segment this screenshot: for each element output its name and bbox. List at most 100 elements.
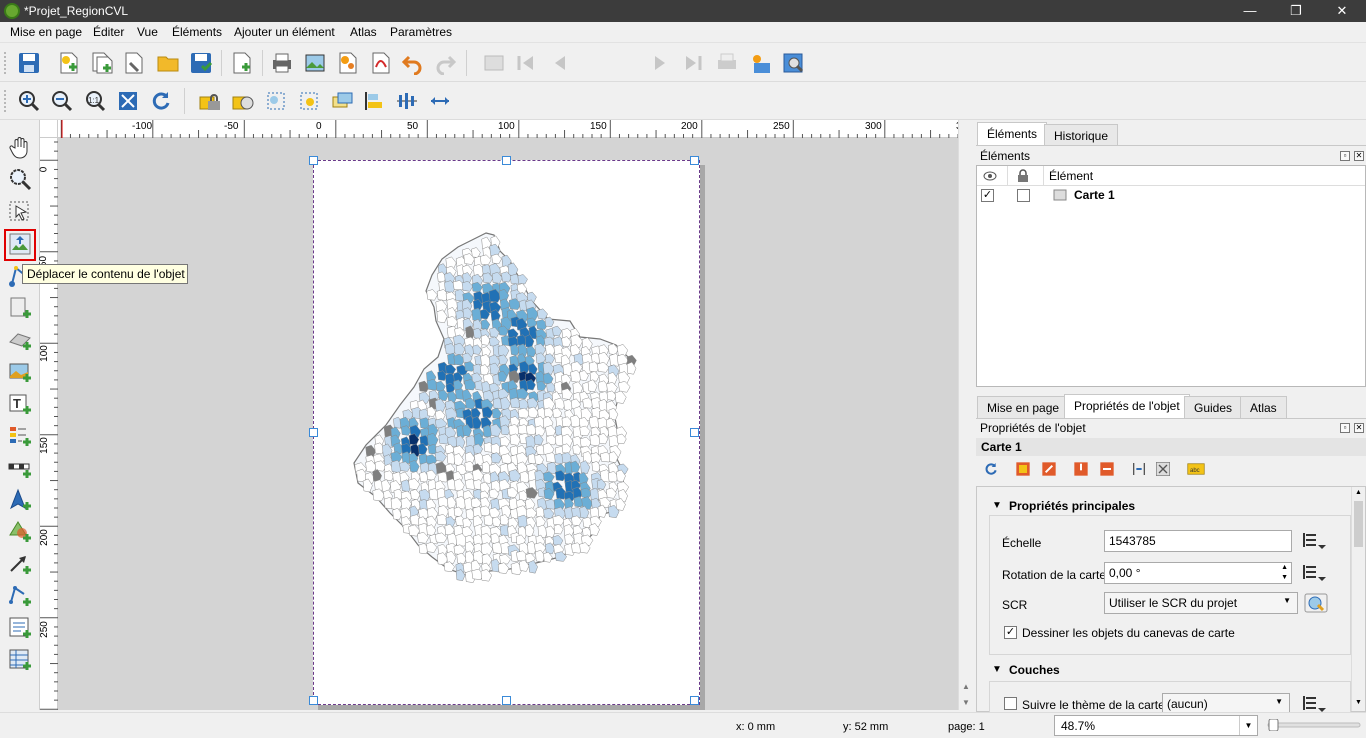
float-panel-icon[interactable]: ▫ <box>1340 423 1350 433</box>
follow-theme-checkbox[interactable] <box>1004 697 1017 710</box>
data-defined-override-icon[interactable] <box>1302 563 1326 583</box>
refresh-icon[interactable] <box>149 89 173 113</box>
collapse-arrow-icon[interactable]: ▼ <box>992 500 1002 511</box>
print-icon[interactable] <box>270 51 294 75</box>
draw-canvas-checkbox[interactable]: ✓ <box>1004 626 1017 639</box>
layout-manager-icon[interactable] <box>122 51 146 75</box>
export-atlas-image-icon[interactable] <box>748 51 772 75</box>
menu-ajouter-element[interactable]: Ajouter un élément <box>234 25 335 39</box>
zoom-slider[interactable] <box>1266 719 1362 731</box>
crs-combo[interactable]: Utiliser le SCR du projet ▼ <box>1104 592 1298 614</box>
resize-handle-n[interactable] <box>502 156 511 165</box>
scroll-down-icon[interactable]: ▼ <box>1355 699 1362 706</box>
menu-elements[interactable]: Éléments <box>172 25 222 39</box>
layout-canvas[interactable] <box>58 138 958 710</box>
add-picture-icon[interactable] <box>8 360 32 384</box>
collapse-arrow-icon[interactable]: ▼ <box>992 664 1002 675</box>
labeling-settings-icon[interactable]: abc <box>1187 462 1205 476</box>
lock-items-icon[interactable] <box>198 89 222 113</box>
zoom-tool-icon[interactable] <box>8 168 32 192</box>
tab-proprietes-objet[interactable]: Propriétés de l'objet <box>1064 394 1190 418</box>
rotation-input[interactable]: 0,00 ° ▲ ▼ <box>1104 562 1292 584</box>
group-layers[interactable]: Couches <box>1009 663 1060 677</box>
layout-page[interactable] <box>309 156 701 706</box>
add-polyline-icon[interactable] <box>8 584 32 608</box>
open-template-icon[interactable] <box>156 51 180 75</box>
ungroup-items-icon[interactable] <box>297 89 321 113</box>
close-panel-icon[interactable]: ✕ <box>1354 151 1364 161</box>
scale-input[interactable]: 1543785 <box>1104 530 1292 552</box>
resize-items-icon[interactable] <box>428 89 452 113</box>
add-north-arrow-icon[interactable] <box>8 488 32 512</box>
menu-parametres[interactable]: Paramètres <box>390 25 452 39</box>
previous-feature-icon[interactable] <box>548 51 572 75</box>
add-label-icon[interactable]: T <box>8 392 32 416</box>
chevron-down-icon[interactable]: ▼ <box>1239 716 1257 735</box>
map-link-icon[interactable] <box>1099 461 1115 477</box>
resize-handle-ne[interactable] <box>690 156 699 165</box>
menu-atlas[interactable]: Atlas <box>350 25 377 39</box>
view-extent-icon[interactable] <box>1041 461 1057 477</box>
data-defined-override-icon[interactable] <box>1302 531 1326 551</box>
select-move-icon[interactable] <box>8 200 32 224</box>
follow-theme-label[interactable]: Suivre le thème de la carte <box>1022 698 1165 712</box>
save-template-icon[interactable] <box>189 51 213 75</box>
move-map-content-icon[interactable] <box>1155 461 1171 477</box>
print-atlas-icon[interactable] <box>715 51 739 75</box>
properties-scroll-area[interactable]: ▼ Propriétés principales Échelle 1543785… <box>976 486 1366 721</box>
properties-scrollbar[interactable]: ▲ ▼ <box>1351 487 1365 711</box>
add-scalebar-icon[interactable] <box>8 456 32 480</box>
align-items-icon[interactable] <box>362 89 386 113</box>
resize-handle-se[interactable] <box>690 696 699 705</box>
lock-checkbox[interactable] <box>1017 189 1030 202</box>
group-items-icon[interactable] <box>264 89 288 113</box>
add-html-icon[interactable] <box>8 616 32 640</box>
distribute-items-icon[interactable] <box>395 89 419 113</box>
next-feature-icon[interactable] <box>648 51 672 75</box>
add-attribute-table-icon[interactable] <box>8 648 32 672</box>
refresh-map-icon[interactable] <box>983 461 999 477</box>
menu-editer[interactable]: Éditer <box>93 25 124 39</box>
elements-list[interactable]: Élément ✓ Carte 1 <box>976 165 1366 387</box>
export-pdf-icon[interactable] <box>369 51 393 75</box>
add-3d-map-icon[interactable] <box>8 328 32 352</box>
resize-handle-e[interactable] <box>690 428 699 437</box>
tab-historique[interactable]: Historique <box>1044 124 1119 146</box>
pan-hand-icon[interactable] <box>8 136 32 160</box>
raise-items-icon[interactable] <box>330 89 354 113</box>
last-feature-icon[interactable] <box>681 51 705 75</box>
map-item[interactable] <box>314 161 701 706</box>
zoom-full-icon[interactable] <box>116 89 140 113</box>
resize-handle-w[interactable] <box>309 428 318 437</box>
scroll-up-icon[interactable]: ▲ <box>962 682 970 691</box>
resize-handle-s[interactable] <box>502 696 511 705</box>
close-panel-icon[interactable]: ✕ <box>1354 423 1364 433</box>
first-feature-icon[interactable] <box>514 51 538 75</box>
unlock-items-icon[interactable] <box>231 89 255 113</box>
atlas-settings-icon[interactable] <box>781 51 805 75</box>
zoom-actual-icon[interactable]: 1:1 <box>83 89 107 113</box>
redo-icon[interactable] <box>433 51 457 75</box>
tab-guides[interactable]: Guides <box>1184 396 1243 418</box>
zoom-out-icon[interactable] <box>50 89 74 113</box>
set-extent-icon[interactable] <box>1015 461 1031 477</box>
export-svg-icon[interactable] <box>336 51 360 75</box>
group-main-properties[interactable]: Propriétés principales <box>1009 499 1135 513</box>
vertical-scrollbar[interactable]: ▲ ▼ <box>958 120 972 710</box>
undo-icon[interactable] <box>401 51 425 75</box>
cursor-extent-icon[interactable] <box>1131 461 1147 477</box>
export-image-icon[interactable] <box>303 51 327 75</box>
save-icon[interactable] <box>17 51 41 75</box>
resize-handle-nw[interactable] <box>309 156 318 165</box>
zoom-combo[interactable]: 48.7% ▼ <box>1054 715 1258 736</box>
float-panel-icon[interactable]: ▫ <box>1340 151 1350 161</box>
resize-handle-sw[interactable] <box>309 696 318 705</box>
zoom-in-icon[interactable] <box>17 89 41 113</box>
menu-mise-en-page[interactable]: Mise en page <box>10 25 82 39</box>
scroll-thumb[interactable] <box>1354 501 1363 547</box>
tab-elements[interactable]: Éléments <box>977 122 1048 146</box>
add-legend-icon[interactable] <box>8 424 32 448</box>
bookmark-icon[interactable] <box>1073 461 1089 477</box>
close-button[interactable]: ✕ <box>1320 2 1364 20</box>
add-map-icon[interactable] <box>8 296 32 320</box>
